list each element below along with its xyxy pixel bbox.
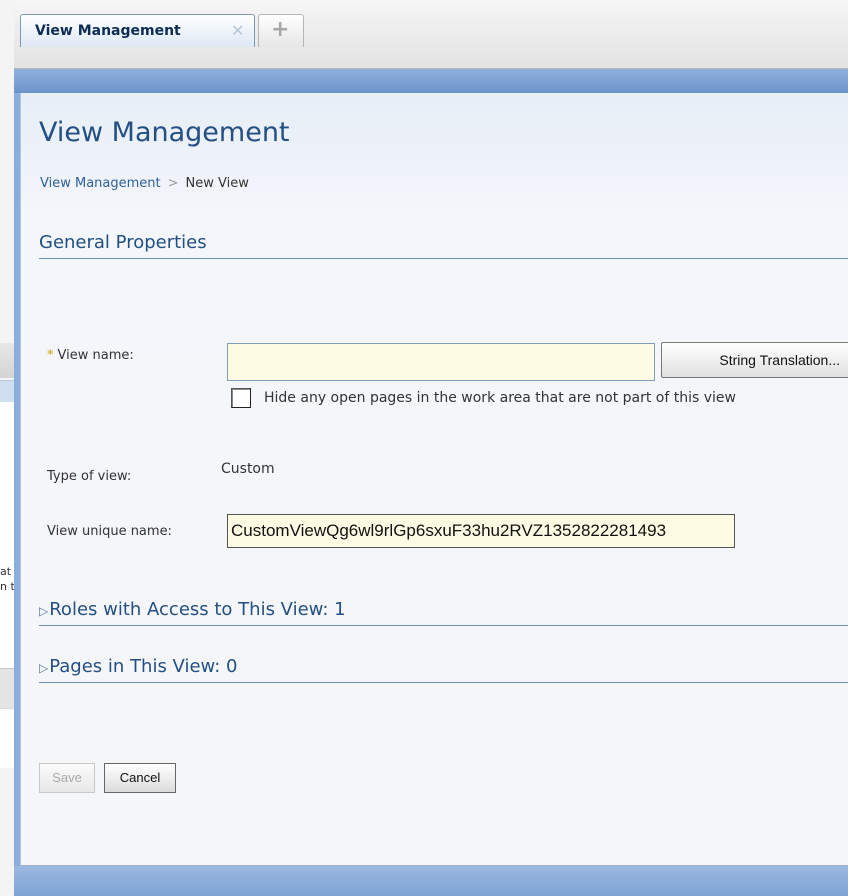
tab-label: View Management (35, 23, 181, 39)
string-translation-button[interactable]: String Translation... (661, 342, 848, 378)
hide-pages-checkbox[interactable] (231, 388, 251, 408)
breadcrumb-separator: > (167, 176, 179, 191)
background-window-titlebar (0, 343, 14, 378)
background-window-body (0, 402, 14, 668)
cancel-button[interactable]: Cancel (104, 763, 176, 793)
background-window-footer (0, 668, 14, 709)
section-roles-title: Roles with Access to This View: 1 (49, 599, 346, 620)
section-pages-title: Pages in This View: 0 (49, 656, 238, 677)
view-name-label-text: View name: (57, 348, 134, 363)
triangle-right-icon: ▷ (39, 604, 49, 618)
breadcrumb-current: New View (185, 176, 249, 191)
header-band (14, 69, 848, 93)
background-window-header (0, 380, 14, 403)
tab-view-management[interactable]: View Management ✕ (20, 14, 255, 47)
page-title: View Management (39, 117, 290, 148)
unique-name-field[interactable]: CustomViewQg6wl9rlGp6sxuF33hu2RVZ1352822… (227, 514, 735, 548)
unique-name-label: View unique name: (47, 524, 172, 539)
close-icon[interactable]: ✕ (231, 21, 244, 40)
add-tab-button[interactable]: + (258, 14, 304, 47)
footer-band (14, 866, 848, 896)
view-type-label: Type of view: (47, 469, 132, 484)
section-roles-toggle[interactable]: ▷Roles with Access to This View: 1 (39, 599, 848, 626)
breadcrumb: View Management > New View (40, 176, 249, 191)
breadcrumb-link-view-management[interactable]: View Management (40, 176, 161, 191)
view-name-input[interactable] (227, 343, 655, 381)
triangle-right-icon: ▷ (39, 661, 49, 675)
hide-pages-label: Hide any open pages in the work area tha… (264, 390, 736, 406)
background-text-fragment: at (0, 565, 12, 578)
tab-bar: View Management ✕ + (14, 0, 848, 69)
section-general-properties: General Properties (39, 232, 848, 259)
save-button[interactable]: Save (39, 763, 95, 793)
section-pages-toggle[interactable]: ▷Pages in This View: 0 (39, 656, 848, 683)
background-desktop (0, 768, 14, 896)
background-window-area (0, 708, 14, 769)
background-text-fragment: n t (0, 580, 14, 593)
view-management-panel: View Management View Management > New View… (20, 93, 848, 866)
view-name-label: * View name: (47, 348, 134, 363)
plus-icon: + (271, 17, 290, 42)
view-type-value: Custom (221, 461, 275, 477)
required-marker: * (47, 348, 54, 363)
